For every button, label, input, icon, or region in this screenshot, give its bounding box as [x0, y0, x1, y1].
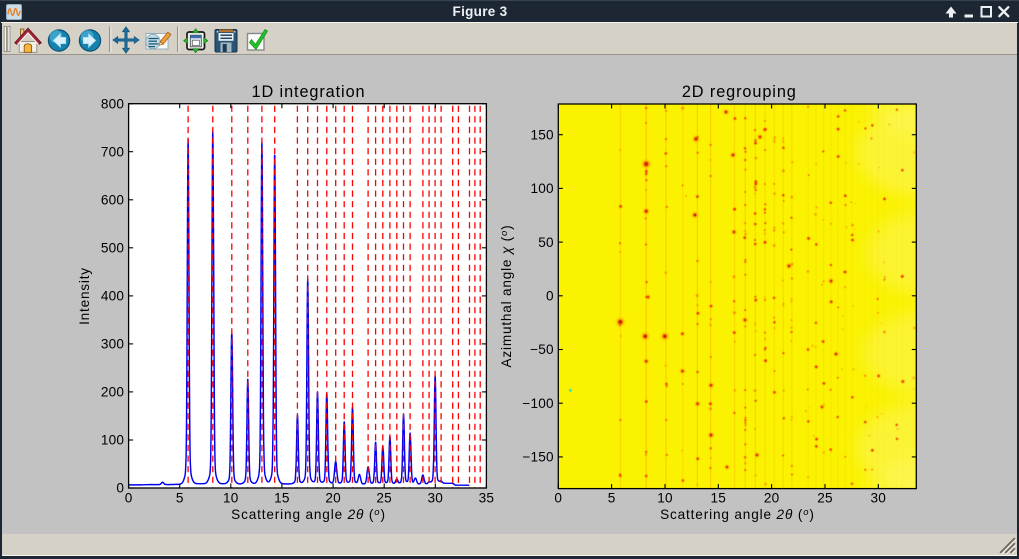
svg-text:2D regrouping: 2D regrouping: [682, 83, 797, 101]
svg-text:Scattering angle 2θ (o): Scattering angle 2θ (o): [660, 507, 815, 522]
svg-text:300: 300: [101, 337, 125, 352]
svg-text:0: 0: [125, 491, 133, 506]
svg-text:5: 5: [176, 491, 184, 506]
svg-text:35: 35: [479, 491, 495, 506]
svg-text:5: 5: [608, 491, 616, 506]
svg-text:30: 30: [871, 491, 887, 506]
svg-text:25: 25: [817, 491, 833, 506]
svg-text:−50: −50: [530, 342, 554, 357]
svg-text:400: 400: [101, 289, 125, 304]
svg-text:Azimuthal angle χ (o): Azimuthal angle χ (o): [499, 225, 514, 368]
svg-text:25: 25: [376, 491, 392, 506]
svg-text:600: 600: [101, 193, 125, 208]
svg-text:Scattering angle 2θ (o): Scattering angle 2θ (o): [231, 507, 386, 522]
svg-text:1D integration: 1D integration: [252, 83, 366, 101]
svg-text:−150: −150: [522, 450, 554, 465]
svg-text:150: 150: [531, 127, 555, 142]
svg-text:10: 10: [223, 491, 239, 506]
svg-text:20: 20: [325, 491, 341, 506]
svg-text:50: 50: [538, 235, 554, 250]
svg-text:10: 10: [657, 491, 673, 506]
svg-text:15: 15: [711, 491, 727, 506]
svg-text:20: 20: [764, 491, 780, 506]
svg-text:0: 0: [554, 491, 562, 506]
svg-text:500: 500: [101, 241, 125, 256]
svg-text:0: 0: [116, 481, 124, 496]
svg-text:200: 200: [101, 385, 125, 400]
svg-text:0: 0: [546, 289, 554, 304]
svg-text:−100: −100: [522, 396, 554, 411]
svg-text:100: 100: [101, 433, 125, 448]
svg-text:100: 100: [531, 181, 555, 196]
svg-text:Intensity: Intensity: [77, 267, 92, 325]
svg-text:15: 15: [274, 491, 290, 506]
svg-text:30: 30: [428, 491, 444, 506]
svg-text:700: 700: [101, 144, 125, 159]
svg-text:800: 800: [101, 96, 125, 111]
